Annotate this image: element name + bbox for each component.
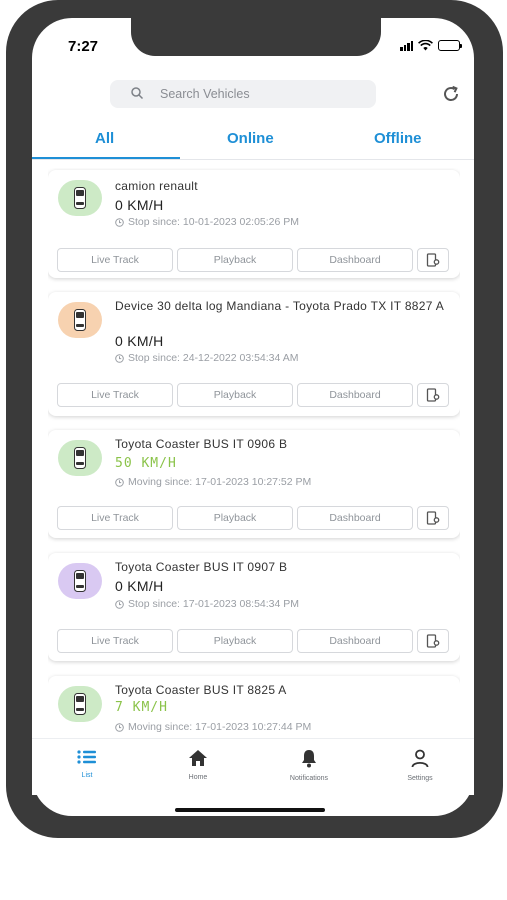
vehicle-card[interactable]: camion renault 0 KM/H Stop since: 10-01-… <box>48 170 460 278</box>
signal-icon <box>400 40 413 51</box>
bottom-nav: List Home Notifications Settings <box>32 738 474 795</box>
wifi-icon <box>418 40 433 51</box>
vehicle-since-text: Stop since: 17-01-2023 08:54:34 PM <box>128 598 300 610</box>
vehicle-speed: 50 KM/H <box>115 456 177 471</box>
vehicle-name: Toyota Coaster BUS IT 0907 B <box>115 560 288 574</box>
vehicle-avatar <box>58 563 102 599</box>
dashboard-button[interactable]: Dashboard <box>297 248 413 272</box>
dashboard-button[interactable]: Dashboard <box>297 506 413 530</box>
tab-active-indicator <box>32 157 180 159</box>
vehicle-speed: 0 KM/H <box>115 578 164 594</box>
device-settings-icon <box>426 253 440 267</box>
nav-list[interactable]: List <box>47 749 127 779</box>
dashboard-button[interactable]: Dashboard <box>297 383 413 407</box>
clock-icon <box>115 599 124 609</box>
home-indicator <box>175 808 325 812</box>
clock-icon <box>115 353 124 363</box>
live-track-button[interactable]: Live Track <box>57 248 173 272</box>
vehicle-card[interactable]: Toyota Coaster BUS IT 0906 B 50 KM/H Mov… <box>48 430 460 538</box>
nav-notifications[interactable]: Notifications <box>269 749 349 782</box>
search-icon <box>131 87 144 100</box>
vehicle-since: Stop since: 17-01-2023 08:54:34 PM <box>115 598 299 610</box>
vehicle-since-text: Moving since: 17-01-2023 10:27:52 PM <box>128 476 312 488</box>
vehicle-avatar <box>58 180 102 216</box>
vehicle-name: Toyota Coaster BUS IT 0906 B <box>115 437 288 451</box>
nav-notifications-label: Notifications <box>289 775 329 782</box>
vehicle-since-text: Moving since: 17-01-2023 10:27:44 PM <box>128 721 312 733</box>
bell-icon <box>302 750 316 768</box>
vehicle-since: Moving since: 17-01-2023 10:27:44 PM <box>115 721 311 733</box>
vehicle-since: Stop since: 24-12-2022 03:54:34 AM <box>115 352 298 364</box>
home-icon <box>189 750 207 766</box>
playback-button[interactable]: Playback <box>177 629 293 653</box>
clock-icon <box>115 217 124 227</box>
vehicle-card[interactable]: Toyota Coaster BUS IT 8825 A 7 KM/H Movi… <box>48 676 460 738</box>
tab-divider <box>32 159 474 160</box>
car-icon <box>74 187 86 209</box>
device-settings-icon <box>426 511 440 525</box>
tab-offline[interactable]: Offline <box>374 130 422 147</box>
vehicle-name: camion renault <box>115 179 198 193</box>
vehicle-settings-button[interactable] <box>417 383 449 407</box>
vehicle-speed: 0 KM/H <box>115 333 164 349</box>
battery-icon <box>438 40 462 51</box>
phone-notch <box>131 18 381 56</box>
device-settings-icon <box>426 634 440 648</box>
playback-button[interactable]: Playback <box>177 248 293 272</box>
tab-all[interactable]: All <box>95 130 114 147</box>
live-track-button[interactable]: Live Track <box>57 506 173 530</box>
nav-settings-label: Settings <box>407 775 433 782</box>
vehicle-since: Moving since: 17-01-2023 10:27:52 PM <box>115 476 311 488</box>
vehicle-avatar <box>58 686 102 722</box>
playback-button[interactable]: Playback <box>177 506 293 530</box>
vehicle-speed: 0 KM/H <box>115 197 164 213</box>
vehicle-settings-button[interactable] <box>417 506 449 530</box>
list-icon <box>77 750 96 764</box>
clock-icon <box>115 477 124 487</box>
car-icon <box>74 570 86 592</box>
vehicle-list[interactable]: camion renault 0 KM/H Stop since: 10-01-… <box>48 168 460 738</box>
vehicle-settings-button[interactable] <box>417 629 449 653</box>
nav-home-label: Home <box>188 774 208 781</box>
search-input[interactable]: Search Vehicles <box>110 80 376 108</box>
vehicle-name: Toyota Coaster BUS IT 8825 A <box>115 683 287 697</box>
vehicle-card[interactable]: Toyota Coaster BUS IT 0907 B 0 KM/H Stop… <box>48 553 460 661</box>
clock-icon <box>115 722 124 732</box>
status-icons <box>400 40 462 51</box>
car-icon <box>74 447 86 469</box>
refresh-icon[interactable] <box>441 84 461 104</box>
nav-list-label: List <box>81 772 93 779</box>
search-placeholder: Search Vehicles <box>160 87 250 101</box>
vehicle-since-text: Stop since: 10-01-2023 02:05:26 PM <box>128 216 300 228</box>
vehicle-avatar <box>58 440 102 476</box>
vehicle-name: Device 30 delta log Mandiana - Toyota Pr… <box>115 299 444 313</box>
device-settings-icon <box>426 388 440 402</box>
status-time: 7:27 <box>68 38 99 55</box>
nav-home[interactable]: Home <box>158 749 238 781</box>
tab-online[interactable]: Online <box>227 130 274 147</box>
nav-settings[interactable]: Settings <box>380 749 460 782</box>
dashboard-button[interactable]: Dashboard <box>297 629 413 653</box>
vehicle-since-text: Stop since: 24-12-2022 03:54:34 AM <box>128 352 299 364</box>
car-icon <box>74 309 86 331</box>
live-track-button[interactable]: Live Track <box>57 629 173 653</box>
playback-button[interactable]: Playback <box>177 383 293 407</box>
vehicle-since: Stop since: 10-01-2023 02:05:26 PM <box>115 216 299 228</box>
vehicle-card[interactable]: Device 30 delta log Mandiana - Toyota Pr… <box>48 292 460 416</box>
live-track-button[interactable]: Live Track <box>57 383 173 407</box>
user-icon <box>411 749 429 768</box>
vehicle-avatar <box>58 302 102 338</box>
vehicle-settings-button[interactable] <box>417 248 449 272</box>
vehicle-speed: 7 KM/H <box>115 700 168 715</box>
car-icon <box>74 693 86 715</box>
